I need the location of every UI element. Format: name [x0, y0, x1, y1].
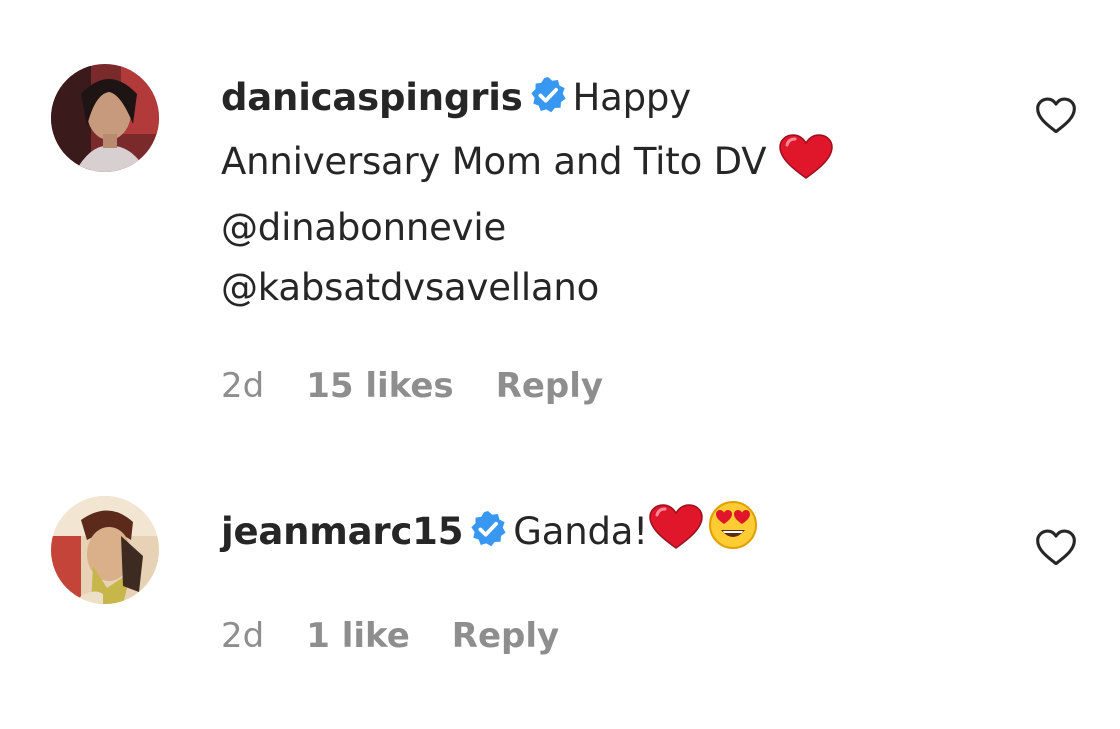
comment-body: Happy — [572, 76, 692, 119]
comment-body: Ganda! — [513, 510, 648, 553]
comment-meta: 2d 15 likes Reply — [221, 366, 603, 406]
comment-body: Anniversary Mom and Tito DV — [221, 140, 767, 183]
like-heart-icon[interactable] — [1034, 94, 1078, 138]
avatar[interactable] — [51, 496, 159, 604]
comment-item: danicaspingris Happy Anniversary Mom and … — [0, 0, 1120, 440]
reply-button[interactable]: Reply — [452, 616, 559, 656]
comment-likes-count[interactable]: 1 like — [306, 616, 410, 656]
mention-link[interactable]: @kabsatdvsavellano — [221, 266, 599, 309]
comment-timestamp[interactable]: 2d — [221, 366, 264, 406]
reply-button[interactable]: Reply — [496, 366, 603, 406]
like-heart-icon[interactable] — [1034, 526, 1078, 570]
comment-text: jeanmarc15 Ganda! — [221, 500, 981, 568]
comment-username[interactable]: jeanmarc15 — [221, 510, 463, 553]
comment-text: danicaspingris Happy Anniversary Mom and … — [221, 68, 981, 318]
comment-item: jeanmarc15 Ganda! 2d 1 like Reply — [0, 440, 1120, 729]
verified-badge-icon — [529, 72, 567, 132]
mention-link[interactable]: @dinabonnevie — [221, 206, 506, 249]
comment-likes-count[interactable]: 15 likes — [306, 366, 453, 406]
red-heart-emoji-icon — [648, 504, 704, 568]
verified-badge-icon — [469, 506, 507, 566]
avatar[interactable] — [51, 64, 159, 172]
comment-username[interactable]: danicaspingris — [221, 76, 523, 119]
heart-eyes-emoji-icon — [708, 500, 758, 568]
comment-timestamp[interactable]: 2d — [221, 616, 264, 656]
comment-meta: 2d 1 like Reply — [221, 616, 559, 656]
red-heart-emoji-icon — [778, 134, 834, 198]
